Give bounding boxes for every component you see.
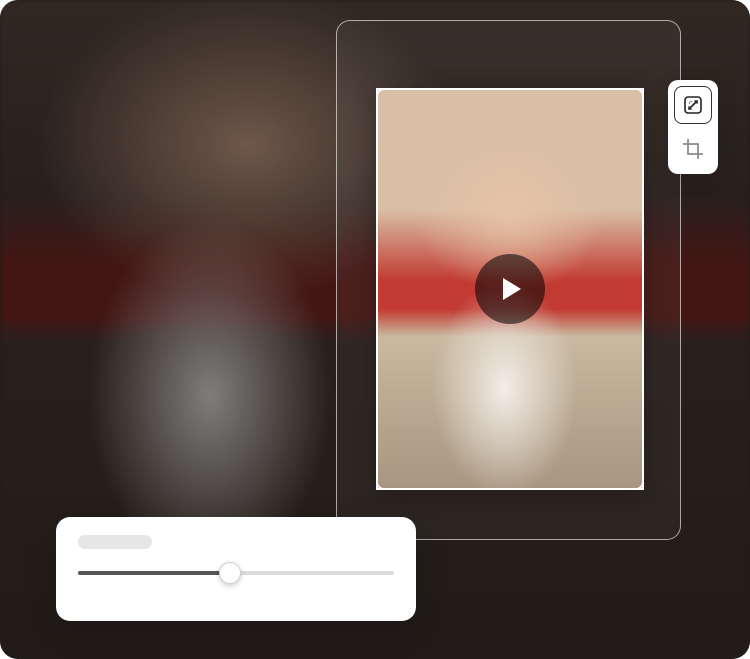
play-icon xyxy=(501,277,523,301)
crop-handle-bottom-right[interactable] xyxy=(629,475,644,490)
video-preview[interactable] xyxy=(376,88,644,490)
editor-stage xyxy=(0,0,750,659)
slider-track[interactable] xyxy=(78,571,394,575)
resize-icon xyxy=(683,95,703,115)
edit-toolbar xyxy=(668,80,718,174)
slider-thumb[interactable] xyxy=(219,562,241,584)
crop-handle-top-right[interactable] xyxy=(629,88,644,103)
resize-tool-button[interactable] xyxy=(674,86,712,124)
play-button[interactable] xyxy=(475,254,545,324)
crop-tool-button[interactable] xyxy=(674,130,712,168)
crop-handle-bottom-left[interactable] xyxy=(376,475,391,490)
slider-fill xyxy=(78,571,230,575)
adjustment-panel xyxy=(56,517,416,621)
crop-handle-top-left[interactable] xyxy=(376,88,391,103)
slider-label-placeholder xyxy=(78,535,152,549)
crop-icon xyxy=(683,139,703,159)
